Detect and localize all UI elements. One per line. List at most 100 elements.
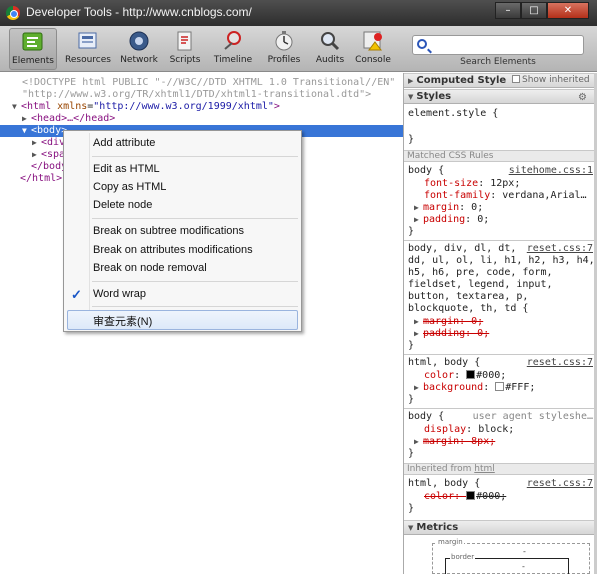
rule2-selector-line2[interactable]: dd, ul, ol, li, h1, h2, h3, h4,	[408, 255, 595, 267]
metrics-header[interactable]: ▼ Metrics	[404, 520, 595, 535]
tab-timeline[interactable]: Timeline	[209, 28, 257, 70]
menu-separator	[92, 156, 298, 157]
element-style-selector[interactable]: element.style {	[408, 108, 498, 120]
menu-item-break-attributes[interactable]: Break on attributes modifications	[93, 244, 253, 256]
styles-sidebar: ▶ Computed Style Show inherited ▼ Styles ⚙…	[403, 73, 597, 574]
html-close-node[interactable]: </html>	[20, 173, 62, 185]
timeline-icon	[224, 31, 241, 50]
menu-item-break-removal[interactable]: Break on node removal	[93, 262, 207, 274]
rule4-source: user agent styleshe…	[472, 411, 593, 422]
body-close-tag: </body	[31, 161, 68, 172]
rule1-source-link[interactable]: sitehome.css:1	[509, 165, 593, 176]
rule2-selector-line3[interactable]: h5, h6, pre, code, form,	[408, 267, 553, 279]
div-node[interactable]: ▶ <div	[32, 137, 65, 149]
rule2-source-link[interactable]: reset.css:7	[527, 243, 593, 254]
doctype-line-1[interactable]: <!DOCTYPE html PUBLIC "-//W3C//DTD XHTML…	[22, 77, 395, 89]
prop-name: color	[424, 370, 455, 381]
expand-triangle-icon[interactable]: ▼	[12, 101, 21, 113]
rule4-selector[interactable]: body {	[408, 411, 444, 423]
rule5-source-link[interactable]: reset.css:7	[527, 478, 593, 489]
prop-name: font-size	[424, 178, 479, 189]
rule1-prop2[interactable]: font-family: verdana,Arial…	[424, 190, 587, 202]
tab-scripts[interactable]: Scripts	[161, 28, 209, 70]
menu-item-copy-as-html[interactable]: Copy as HTML	[93, 181, 166, 193]
chrome-icon	[6, 6, 20, 20]
rule5-prop1-overridden[interactable]: color: #000;	[424, 491, 506, 503]
rule4-prop1[interactable]: display: block;	[424, 424, 514, 436]
tab-audits[interactable]: Audits	[306, 28, 354, 70]
menu-separator	[92, 306, 298, 307]
body-close-node[interactable]: </body	[31, 161, 67, 173]
collapse-triangle-icon[interactable]: ▶	[22, 113, 31, 125]
rule2-prop2-overridden[interactable]: ▶ padding: 0;	[414, 328, 489, 340]
rule1-prop1[interactable]: font-size: 12px;	[424, 178, 520, 190]
html-close-tag: </html>	[20, 173, 63, 184]
html-attr-name: xmlns	[57, 101, 88, 112]
rule1-prop4[interactable]: ▶ padding: 0;	[414, 214, 489, 226]
show-inherited-toggle[interactable]: Show inherited	[512, 74, 590, 87]
metrics-border-label: border	[450, 553, 476, 561]
search-elements-box[interactable]	[412, 35, 584, 55]
expand-triangle-icon[interactable]: ▶	[414, 382, 423, 394]
show-inherited-checkbox[interactable]	[512, 75, 520, 83]
collapse-triangle-icon[interactable]: ▶	[32, 137, 41, 149]
search-input[interactable]	[433, 38, 581, 52]
head-node[interactable]: ▶ <head>…</head>	[22, 113, 115, 125]
computed-style-header[interactable]: ▶ Computed Style Show inherited	[404, 73, 595, 88]
rule2-selector-line6[interactable]: blockquote, th, td {	[408, 303, 528, 315]
rule3-prop2[interactable]: ▶ background: #FFF;	[414, 382, 535, 394]
color-swatch-black[interactable]	[466, 370, 476, 379]
tab-resources[interactable]: Resources	[64, 28, 112, 70]
styles-header[interactable]: ▼ Styles ⚙	[404, 89, 595, 104]
metrics-border-value[interactable]: -	[522, 562, 525, 571]
rule-separator	[404, 408, 595, 409]
expand-triangle-icon[interactable]: ▶	[414, 436, 423, 448]
rule-separator	[404, 354, 595, 355]
tab-network[interactable]: Network	[115, 28, 163, 70]
rule3-source-link[interactable]: reset.css:7	[527, 357, 593, 368]
doctype-line-2[interactable]: "http://www.w3.org/TR/xhtml1/DTD/xhtml1-…	[22, 89, 371, 101]
expand-triangle-icon[interactable]: ▶	[414, 214, 423, 226]
color-swatch-white[interactable]	[495, 382, 505, 391]
rule3-selector[interactable]: html, body {	[408, 357, 480, 369]
rule4-prop2-overridden[interactable]: ▶ margin: 8px;	[414, 436, 495, 448]
span-node[interactable]: ▶ <spa	[32, 149, 65, 161]
prop-value: 0;	[471, 202, 484, 213]
expand-triangle-icon[interactable]: ▶	[414, 328, 423, 340]
menu-item-delete-node[interactable]: Delete node	[93, 199, 152, 211]
menu-item-edit-as-html[interactable]: Edit as HTML	[93, 163, 160, 175]
expand-triangle-icon[interactable]: ▶	[414, 316, 423, 328]
rule3-prop1[interactable]: color: #000;	[424, 370, 506, 382]
rule5-selector[interactable]: html, body {	[408, 478, 480, 490]
inherited-link[interactable]: html	[474, 464, 495, 474]
menu-item-add-attribute[interactable]: Add attribute	[93, 137, 155, 149]
rule2-selector-line5[interactable]: button, textarea, p,	[408, 291, 528, 303]
metrics-box-margin: margin - border -	[432, 538, 590, 574]
rule1-prop3[interactable]: ▶ margin: 0;	[414, 202, 483, 214]
expand-triangle-icon[interactable]: ▶	[414, 202, 423, 214]
tab-elements[interactable]: Elements	[9, 28, 57, 70]
close-button[interactable]: ✕	[547, 2, 589, 19]
tab-profiles[interactable]: Profiles	[260, 28, 308, 70]
maximize-button[interactable]: □	[521, 2, 547, 19]
html-node[interactable]: ▼ <html xmlns="http://www.w3.org/1999/xht…	[12, 101, 280, 113]
metrics-margin-value[interactable]: -	[523, 547, 526, 556]
rule2-selector-line4[interactable]: fieldset, legend, input,	[408, 279, 553, 291]
minimize-button[interactable]: –	[495, 2, 521, 19]
rule1-selector[interactable]: body {	[408, 165, 444, 177]
color-swatch-black[interactable]	[466, 491, 476, 500]
gear-icon[interactable]: ⚙	[578, 91, 587, 104]
element-style-close: }	[408, 134, 415, 145]
elements-icon	[22, 32, 43, 51]
menu-item-break-subtree[interactable]: Break on subtree modifications	[93, 225, 244, 237]
expanded-triangle-icon: ▼	[408, 93, 414, 101]
menu-item-inspect-element[interactable]: 审查元素(N)	[93, 313, 152, 329]
metrics-box-border: border -	[445, 553, 569, 574]
rule2-prop1-overridden[interactable]: ▶ margin: 0;	[414, 316, 483, 328]
menu-item-word-wrap[interactable]: Word wrap	[93, 288, 146, 300]
audits-icon	[321, 32, 340, 51]
tab-console[interactable]: Console	[349, 28, 397, 70]
collapse-triangle-icon[interactable]: ▶	[32, 149, 41, 161]
rule2-selector-line1[interactable]: body, div, dl, dt,	[408, 243, 516, 255]
expand-triangle-icon[interactable]: ▼	[22, 125, 31, 137]
